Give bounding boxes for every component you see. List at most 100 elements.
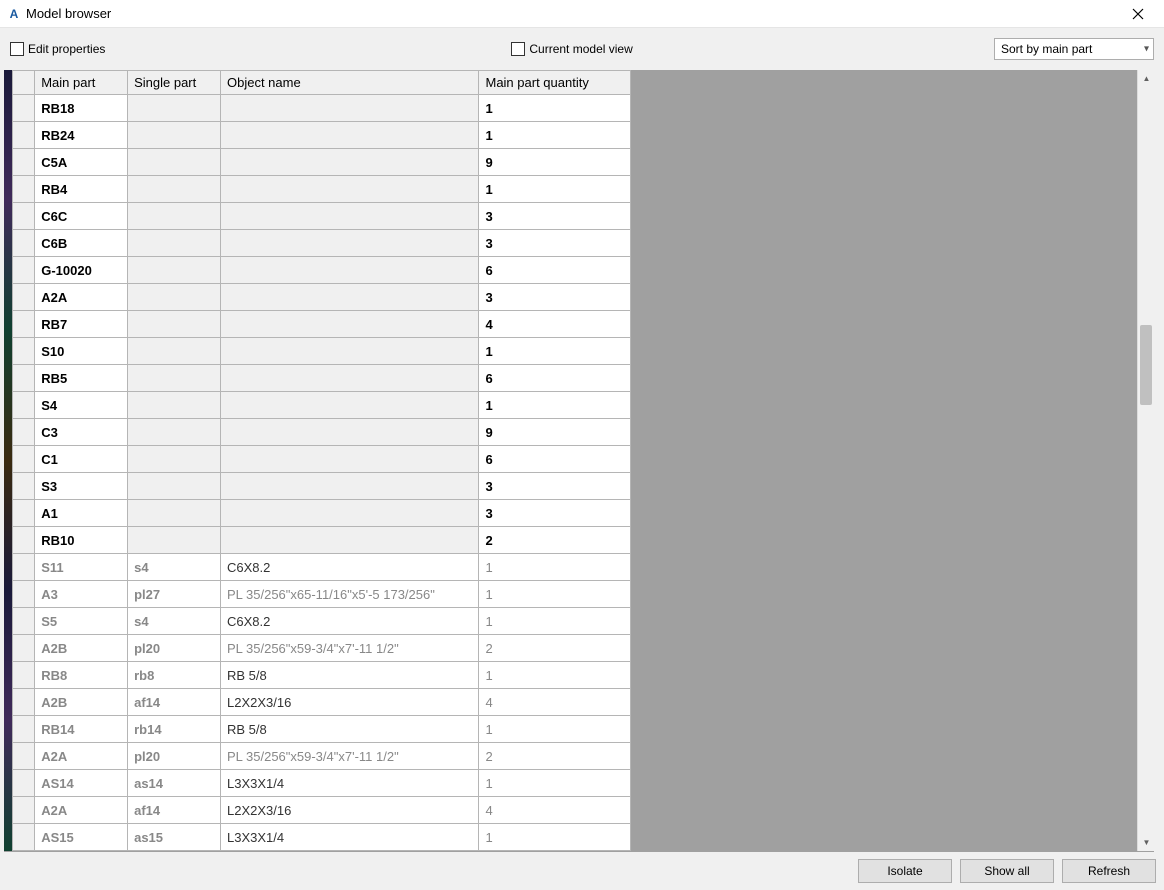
single-part-cell: pl20 <box>128 743 221 770</box>
main-part-cell: A3 <box>35 581 128 608</box>
table-row[interactable]: S33 <box>13 473 631 500</box>
title-bar: A Model browser <box>0 0 1164 28</box>
table-row[interactable]: AS14as14L3X3X1/41 <box>13 770 631 797</box>
expander-cell[interactable] <box>13 581 35 608</box>
object-name-cell <box>220 473 479 500</box>
main-part-cell: A2B <box>35 635 128 662</box>
table-row[interactable]: RB181 <box>13 95 631 122</box>
table-row[interactable]: S41 <box>13 392 631 419</box>
table-row[interactable]: S5s4C6X8.21 <box>13 608 631 635</box>
current-model-view-checkbox[interactable]: Current model view <box>511 42 632 56</box>
expander-cell[interactable] <box>13 446 35 473</box>
scroll-thumb[interactable] <box>1140 325 1152 405</box>
main-part-cell: C6B <box>35 230 128 257</box>
expander-cell[interactable] <box>13 635 35 662</box>
expander-cell[interactable] <box>13 473 35 500</box>
table-row[interactable]: S101 <box>13 338 631 365</box>
col-main-part-quantity[interactable]: Main part quantity <box>479 71 631 95</box>
object-name-cell <box>220 176 479 203</box>
expander-cell[interactable] <box>13 338 35 365</box>
object-name-cell: RB 5/8 <box>220 662 479 689</box>
table-row[interactable]: C6B3 <box>13 230 631 257</box>
table-row[interactable]: S11s4C6X8.21 <box>13 554 631 581</box>
expander-cell[interactable] <box>13 554 35 581</box>
object-name-cell <box>220 149 479 176</box>
expander-cell[interactable] <box>13 662 35 689</box>
table-row[interactable]: A2A3 <box>13 284 631 311</box>
expander-cell[interactable] <box>13 797 35 824</box>
col-expander[interactable] <box>13 71 35 95</box>
expander-cell[interactable] <box>13 311 35 338</box>
single-part-cell <box>128 527 221 554</box>
main-part-cell: S11 <box>35 554 128 581</box>
expander-cell[interactable] <box>13 230 35 257</box>
table-row[interactable]: RB41 <box>13 176 631 203</box>
quantity-cell: 9 <box>479 419 631 446</box>
table-row[interactable]: RB241 <box>13 122 631 149</box>
table-row[interactable]: C16 <box>13 446 631 473</box>
expander-cell[interactable] <box>13 95 35 122</box>
current-model-view-label: Current model view <box>529 42 632 56</box>
col-object-name[interactable]: Object name <box>220 71 479 95</box>
chevron-down-icon: ▾ <box>1144 44 1149 55</box>
table-row[interactable]: A2Apl20PL 35/256"x59-3/4"x7'-11 1/2"2 <box>13 743 631 770</box>
show-all-button[interactable]: Show all <box>960 859 1054 883</box>
vertical-scrollbar[interactable]: ▲ ▼ <box>1137 70 1154 851</box>
edit-properties-checkbox[interactable]: Edit properties <box>10 42 105 56</box>
refresh-button[interactable]: Refresh <box>1062 859 1156 883</box>
model-browser-window: A Model browser Edit properties Current … <box>0 0 1164 890</box>
table-row[interactable]: RB14rb14RB 5/81 <box>13 716 631 743</box>
table-row[interactable]: RB74 <box>13 311 631 338</box>
expander-cell[interactable] <box>13 149 35 176</box>
table-row[interactable]: A2Baf14L2X2X3/164 <box>13 689 631 716</box>
main-part-cell: G-10020 <box>35 257 128 284</box>
expander-cell[interactable] <box>13 284 35 311</box>
scroll-down-icon[interactable]: ▼ <box>1138 834 1154 851</box>
main-part-cell: A2A <box>35 797 128 824</box>
expander-cell[interactable] <box>13 689 35 716</box>
expander-cell[interactable] <box>13 527 35 554</box>
expander-cell[interactable] <box>13 122 35 149</box>
expander-cell[interactable] <box>13 392 35 419</box>
main-part-cell: C3 <box>35 419 128 446</box>
expander-cell[interactable] <box>13 824 35 851</box>
expander-cell[interactable] <box>13 500 35 527</box>
table-row[interactable]: A2Bpl20PL 35/256"x59-3/4"x7'-11 1/2"2 <box>13 635 631 662</box>
table-row[interactable]: C3 9 <box>13 419 631 446</box>
single-part-cell <box>128 122 221 149</box>
object-name-cell: L2X2X3/16 <box>220 797 479 824</box>
table-row[interactable]: C5A9 <box>13 149 631 176</box>
quantity-cell: 1 <box>479 662 631 689</box>
data-grid[interactable]: Main part Single part Object name Main p… <box>12 70 632 851</box>
table-row[interactable]: A13 <box>13 500 631 527</box>
table-row[interactable]: G-100206 <box>13 257 631 284</box>
object-name-cell <box>220 230 479 257</box>
expander-cell[interactable] <box>13 770 35 797</box>
expander-cell[interactable] <box>13 608 35 635</box>
table-row[interactable]: RB102 <box>13 527 631 554</box>
table-row[interactable]: A3pl27PL 35/256"x65-11/16"x5'-5 173/256"… <box>13 581 631 608</box>
expander-cell[interactable] <box>13 203 35 230</box>
table-row[interactable]: RB56 <box>13 365 631 392</box>
object-name-cell <box>220 527 479 554</box>
expander-cell[interactable] <box>13 743 35 770</box>
col-single-part[interactable]: Single part <box>128 71 221 95</box>
expander-cell[interactable] <box>13 257 35 284</box>
table-row[interactable]: AS15as15L3X3X1/41 <box>13 824 631 851</box>
expander-cell[interactable] <box>13 365 35 392</box>
single-part-cell: s4 <box>128 608 221 635</box>
single-part-cell <box>128 338 221 365</box>
expander-cell[interactable] <box>13 176 35 203</box>
scroll-up-icon[interactable]: ▲ <box>1138 70 1154 87</box>
sort-dropdown[interactable]: Sort by main part ▾ <box>994 38 1154 60</box>
expander-cell[interactable] <box>13 419 35 446</box>
table-row[interactable]: A2Aaf14L2X2X3/164 <box>13 797 631 824</box>
object-name-cell <box>220 338 479 365</box>
isolate-button[interactable]: Isolate <box>858 859 952 883</box>
col-main-part[interactable]: Main part <box>35 71 128 95</box>
quantity-cell: 1 <box>479 716 631 743</box>
table-row[interactable]: RB8rb8RB 5/81 <box>13 662 631 689</box>
expander-cell[interactable] <box>13 716 35 743</box>
close-button[interactable] <box>1118 0 1158 28</box>
table-row[interactable]: C6C3 <box>13 203 631 230</box>
